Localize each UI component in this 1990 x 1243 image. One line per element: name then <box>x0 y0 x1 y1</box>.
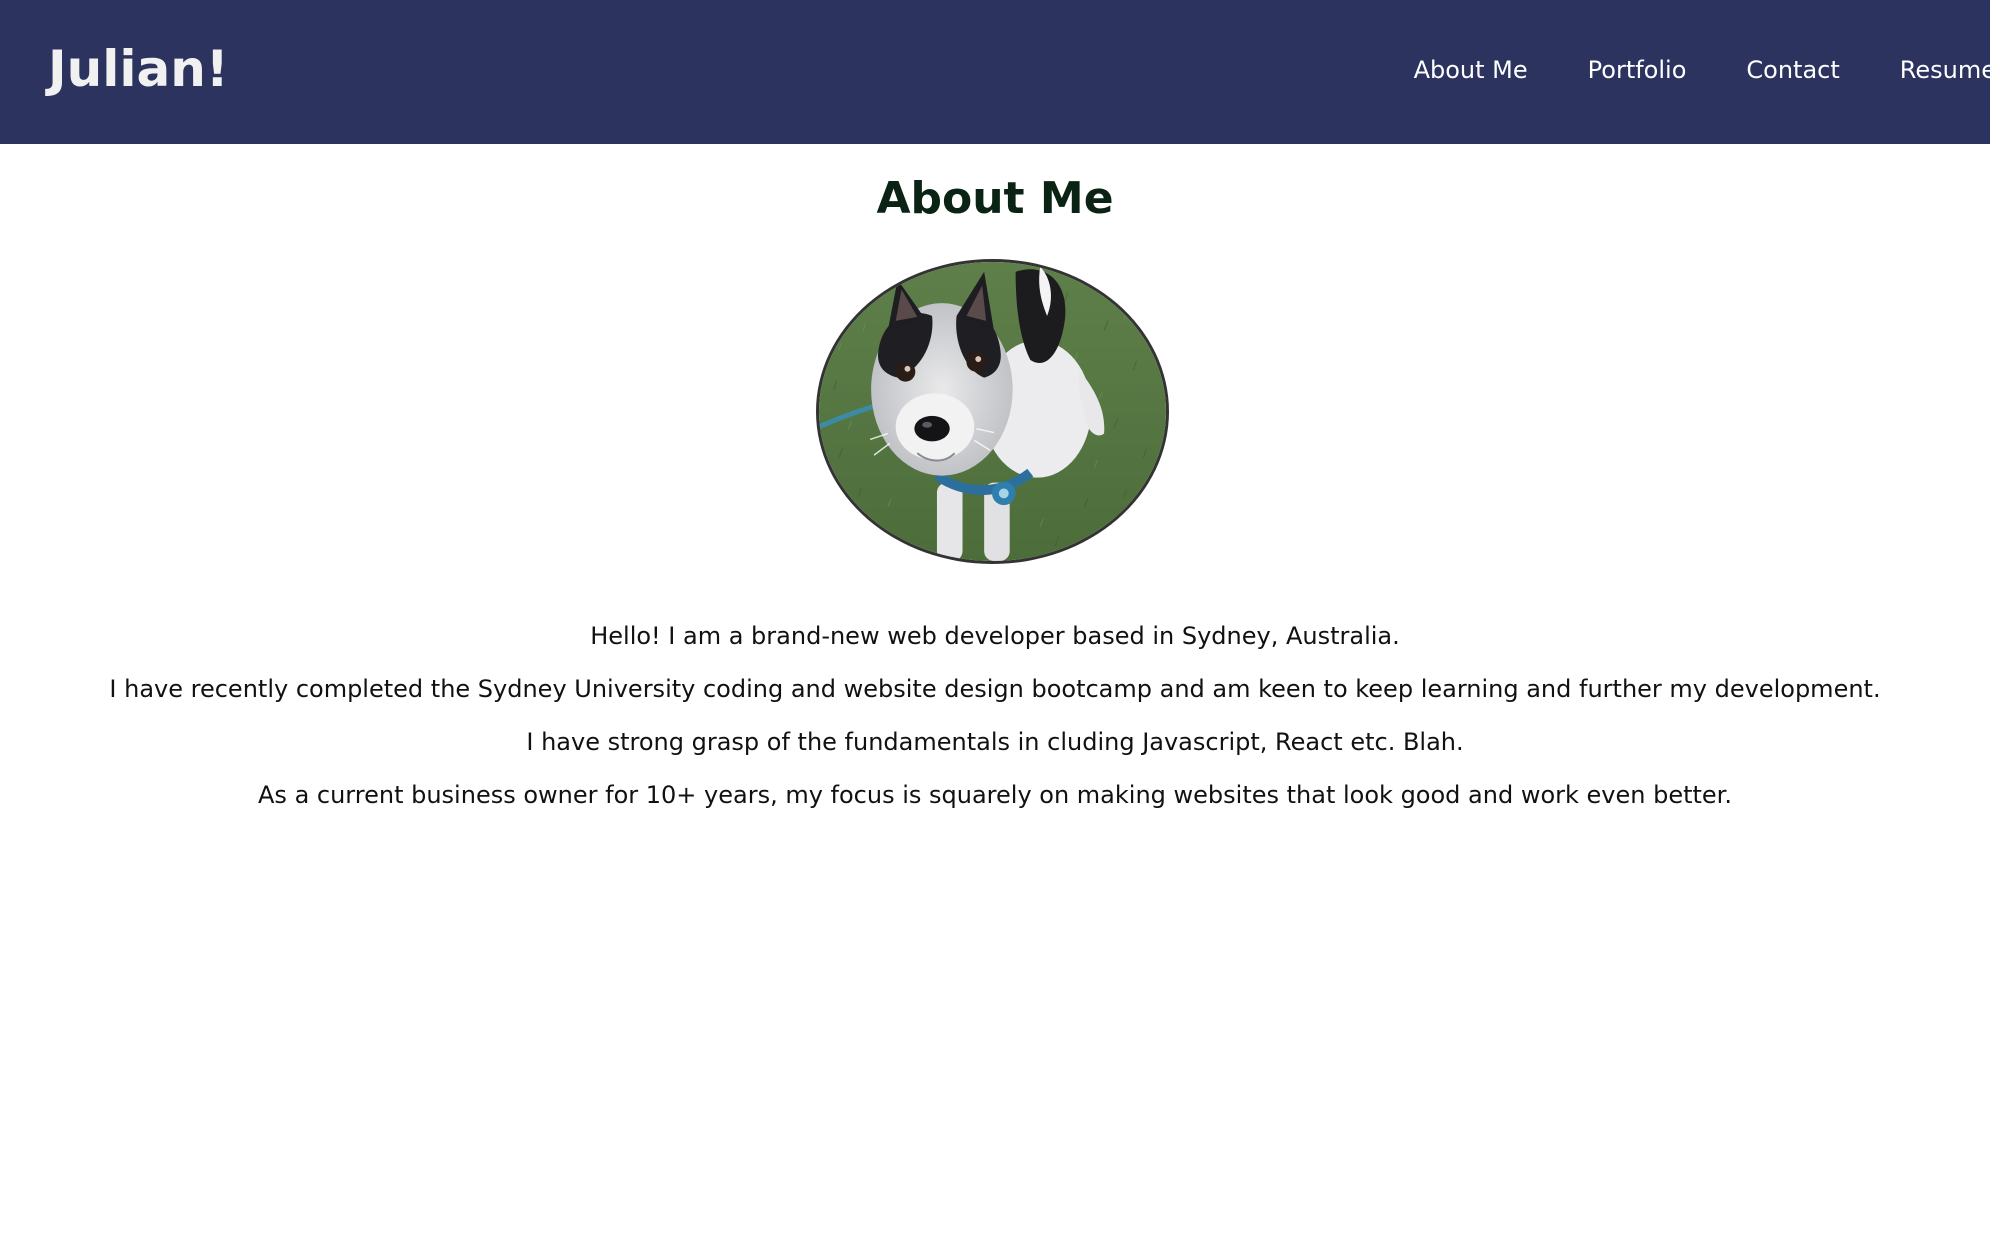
bio-paragraph: As a current business owner for 10+ year… <box>258 781 1732 809</box>
bio-paragraph: I have strong grasp of the fundamentals … <box>526 728 1464 756</box>
bio-paragraph: I have recently completed the Sydney Uni… <box>109 675 1881 703</box>
nav-links: About Me Portfolio Contact Resume <box>1414 50 1990 90</box>
navbar: Julian! About Me Portfolio Contact Resum… <box>0 0 1990 144</box>
profile-photo <box>816 259 1169 564</box>
nav-link-about-me[interactable]: About Me <box>1414 56 1528 84</box>
brand-logo[interactable]: Julian! <box>48 36 229 102</box>
dog-photo-icon <box>819 262 1166 561</box>
bio: Hello! I am a brand-new web developer ba… <box>0 610 1990 822</box>
nav-link-portfolio[interactable]: Portfolio <box>1588 56 1687 84</box>
bio-paragraph: Hello! I am a brand-new web developer ba… <box>590 622 1400 650</box>
nav-link-resume[interactable]: Resume <box>1900 56 1990 84</box>
nav-link-contact[interactable]: Contact <box>1746 56 1839 84</box>
page-title: About Me <box>876 173 1114 224</box>
